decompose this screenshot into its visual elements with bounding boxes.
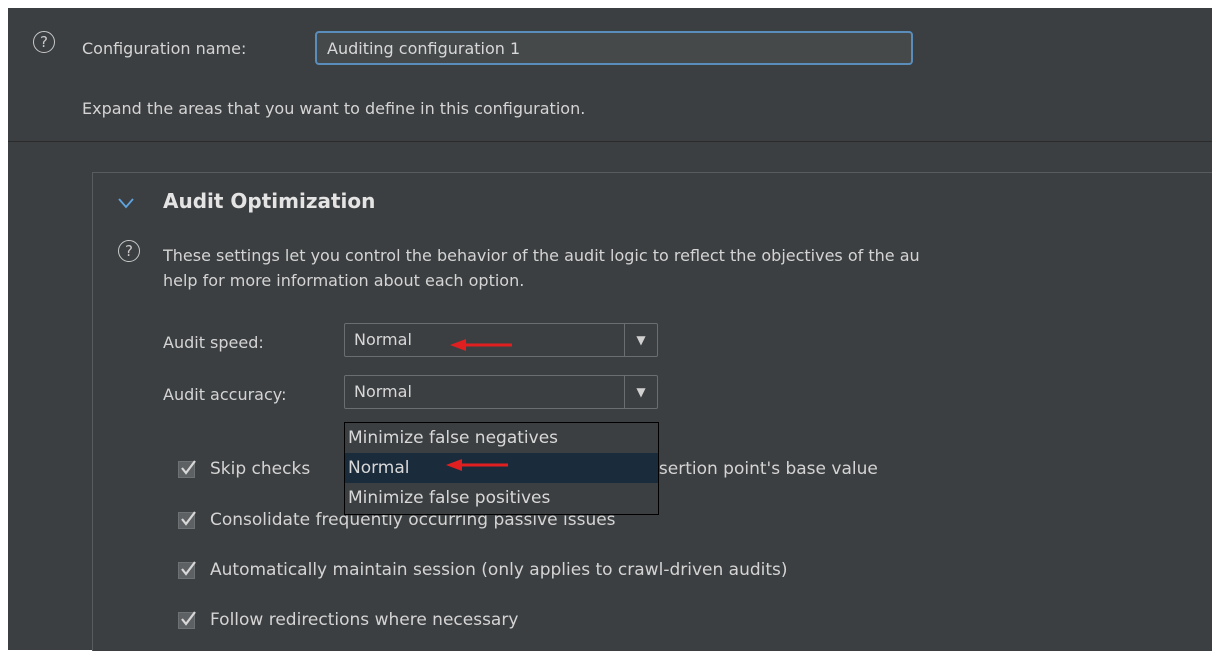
checkbox-checked-icon[interactable] xyxy=(178,511,196,529)
dropdown-option[interactable]: Minimize false positives xyxy=(345,483,658,513)
audit-accuracy-select[interactable]: Normal ▼ xyxy=(344,375,658,409)
checkbox-label: Follow redirections where necessary xyxy=(210,610,519,630)
annotation-arrow-icon xyxy=(446,459,508,471)
help-icon[interactable]: ? xyxy=(118,240,140,262)
section-description: These settings let you control the behav… xyxy=(163,246,920,290)
audit-accuracy-label: Audit accuracy: xyxy=(163,385,287,404)
audit-accuracy-value: Normal xyxy=(354,382,412,401)
checkbox-label-tail: o insertion point's base value xyxy=(627,459,878,479)
audit-speed-value: Normal xyxy=(354,330,412,349)
configuration-header: ? Configuration name: Expand the areas t… xyxy=(8,8,1212,141)
checkbox-checked-icon[interactable] xyxy=(178,460,196,478)
instructions-text: Expand the areas that you want to define… xyxy=(82,99,586,118)
audit-speed-label: Audit speed: xyxy=(163,333,264,352)
annotation-arrow-icon xyxy=(450,339,512,351)
dropdown-option[interactable]: Minimize false negatives xyxy=(345,423,658,453)
checkbox-checked-icon[interactable] xyxy=(178,561,196,579)
section-title[interactable]: Audit Optimization xyxy=(163,189,375,213)
help-icon[interactable]: ? xyxy=(33,31,55,53)
configuration-name-input[interactable] xyxy=(315,31,913,65)
settings-window: ? Configuration name: Expand the areas t… xyxy=(8,8,1212,651)
checkbox-checked-icon[interactable] xyxy=(178,611,196,629)
audit-optimization-panel: Audit Optimization ? These settings let … xyxy=(92,172,1212,651)
chevron-down-icon[interactable] xyxy=(118,197,134,209)
divider xyxy=(8,141,1212,142)
configuration-name-label: Configuration name: xyxy=(82,39,247,58)
checkbox-label: Automatically maintain session (only app… xyxy=(210,560,788,580)
checkbox-label: Skip checks xyxy=(210,459,316,479)
dropdown-arrow-icon[interactable]: ▼ xyxy=(624,324,657,356)
dropdown-arrow-icon[interactable]: ▼ xyxy=(624,376,657,408)
